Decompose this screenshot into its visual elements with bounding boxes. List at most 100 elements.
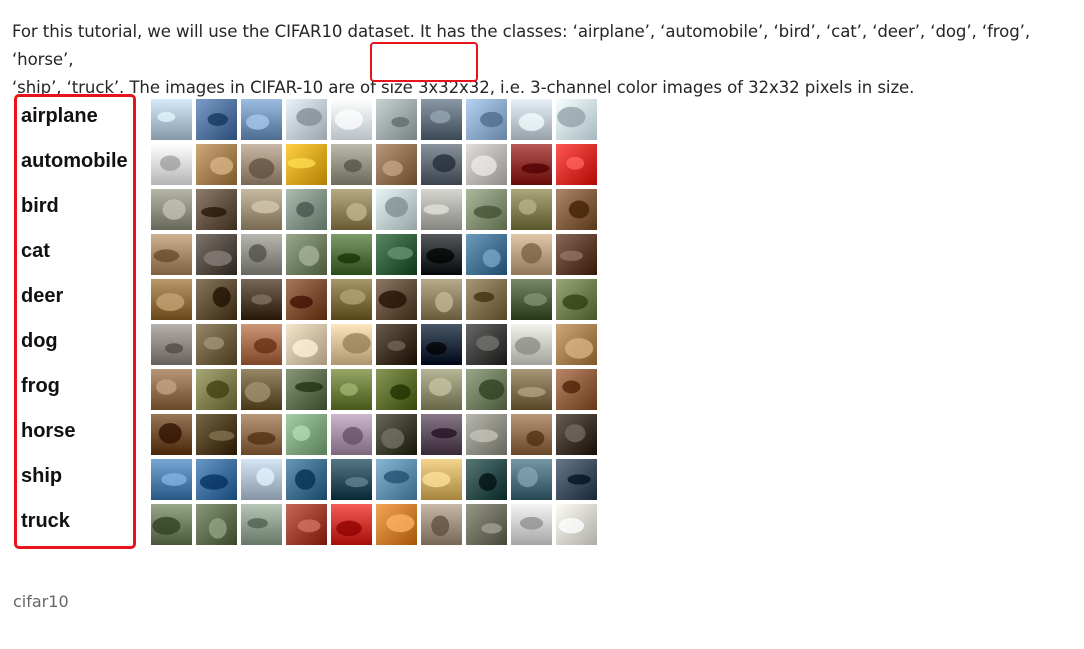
thumbnail-cat [556, 234, 597, 275]
thumbnail-bird [376, 189, 417, 230]
image-row-bird [151, 189, 597, 230]
cifar10-sample-image-grid [151, 99, 597, 545]
thumbnail-truck [151, 504, 192, 545]
thumbnail-dog [241, 324, 282, 365]
class-label-frog: frog [21, 375, 60, 397]
class-label-automobile: automobile [21, 150, 128, 172]
thumbnail-cat [286, 234, 327, 275]
thumbnail-ship [421, 459, 462, 500]
thumbnail-horse [466, 414, 507, 455]
thumbnail-bird [421, 189, 462, 230]
thumbnail-ship [556, 459, 597, 500]
thumbnail-automobile [556, 144, 597, 185]
intro-paragraph: For this tutorial, we will use the CIFAR… [12, 18, 1078, 102]
thumbnail-automobile [511, 144, 552, 185]
thumbnail-cat [196, 234, 237, 275]
image-row-automobile [151, 144, 597, 185]
thumbnail-frog [511, 369, 552, 410]
thumbnail-deer [421, 279, 462, 320]
thumbnail-dog [196, 324, 237, 365]
class-label-cat: cat [21, 240, 50, 262]
thumbnail-frog [331, 369, 372, 410]
thumbnail-cat [241, 234, 282, 275]
intro-line-2-end: , i.e. 3-channel color images of 32x32 p… [489, 78, 915, 97]
class-label-truck: truck [21, 510, 70, 532]
thumbnail-horse [151, 414, 192, 455]
thumbnail-truck [241, 504, 282, 545]
thumbnail-truck [511, 504, 552, 545]
thumbnail-horse [421, 414, 462, 455]
thumbnail-truck [331, 504, 372, 545]
thumbnail-frog [241, 369, 282, 410]
thumbnail-truck [376, 504, 417, 545]
image-row-frog [151, 369, 597, 410]
thumbnail-dog [556, 324, 597, 365]
thumbnail-deer [556, 279, 597, 320]
thumbnail-frog [376, 369, 417, 410]
image-row-dog [151, 324, 597, 365]
image-row-truck [151, 504, 597, 545]
thumbnail-ship [151, 459, 192, 500]
thumbnail-automobile [241, 144, 282, 185]
thumbnail-deer [196, 279, 237, 320]
thumbnail-truck [196, 504, 237, 545]
thumbnail-automobile [196, 144, 237, 185]
thumbnail-frog [151, 369, 192, 410]
image-row-deer [151, 279, 597, 320]
thumbnail-bird [151, 189, 192, 230]
thumbnail-bird [511, 189, 552, 230]
thumbnail-ship [466, 459, 507, 500]
thumbnail-horse [376, 414, 417, 455]
thumbnail-frog [196, 369, 237, 410]
thumbnail-truck [421, 504, 462, 545]
thumbnail-automobile [421, 144, 462, 185]
intro-line-2: ‘ship’, ‘truck’. The images in CIFAR-10 … [12, 74, 1078, 102]
thumbnail-airplane [556, 99, 597, 140]
thumbnail-airplane [466, 99, 507, 140]
thumbnail-bird [286, 189, 327, 230]
thumbnail-airplane [241, 99, 282, 140]
thumbnail-automobile [286, 144, 327, 185]
thumbnail-cat [151, 234, 192, 275]
class-label-bird: bird [21, 195, 59, 217]
thumbnail-automobile [151, 144, 192, 185]
thumbnail-airplane [376, 99, 417, 140]
image-row-horse [151, 414, 597, 455]
thumbnail-automobile [466, 144, 507, 185]
thumbnail-deer [241, 279, 282, 320]
figure-caption: cifar10 [13, 592, 69, 611]
thumbnail-horse [196, 414, 237, 455]
thumbnail-dog [331, 324, 372, 365]
thumbnail-bird [241, 189, 282, 230]
thumbnail-dog [421, 324, 462, 365]
thumbnail-bird [556, 189, 597, 230]
thumbnail-airplane [151, 99, 192, 140]
class-label-deer: deer [21, 285, 64, 307]
thumbnail-deer [511, 279, 552, 320]
thumbnail-bird [196, 189, 237, 230]
thumbnail-cat [421, 234, 462, 275]
intro-line-1: For this tutorial, we will use the CIFAR… [12, 22, 1031, 69]
thumbnail-cat [466, 234, 507, 275]
thumbnail-airplane [331, 99, 372, 140]
thumbnail-horse [286, 414, 327, 455]
thumbnail-truck [556, 504, 597, 545]
image-row-cat [151, 234, 597, 275]
class-label-ship: ship [21, 465, 63, 487]
thumbnail-dog [511, 324, 552, 365]
thumbnail-horse [556, 414, 597, 455]
thumbnail-deer [331, 279, 372, 320]
thumbnail-airplane [196, 99, 237, 140]
thumbnail-airplane [421, 99, 462, 140]
thumbnail-horse [331, 414, 372, 455]
image-row-ship [151, 459, 597, 500]
image-row-airplane [151, 99, 597, 140]
thumbnail-dog [376, 324, 417, 365]
thumbnail-ship [511, 459, 552, 500]
thumbnail-automobile [376, 144, 417, 185]
thumbnail-ship [286, 459, 327, 500]
thumbnail-deer [466, 279, 507, 320]
thumbnail-horse [241, 414, 282, 455]
thumbnail-airplane [286, 99, 327, 140]
thumbnail-bird [466, 189, 507, 230]
